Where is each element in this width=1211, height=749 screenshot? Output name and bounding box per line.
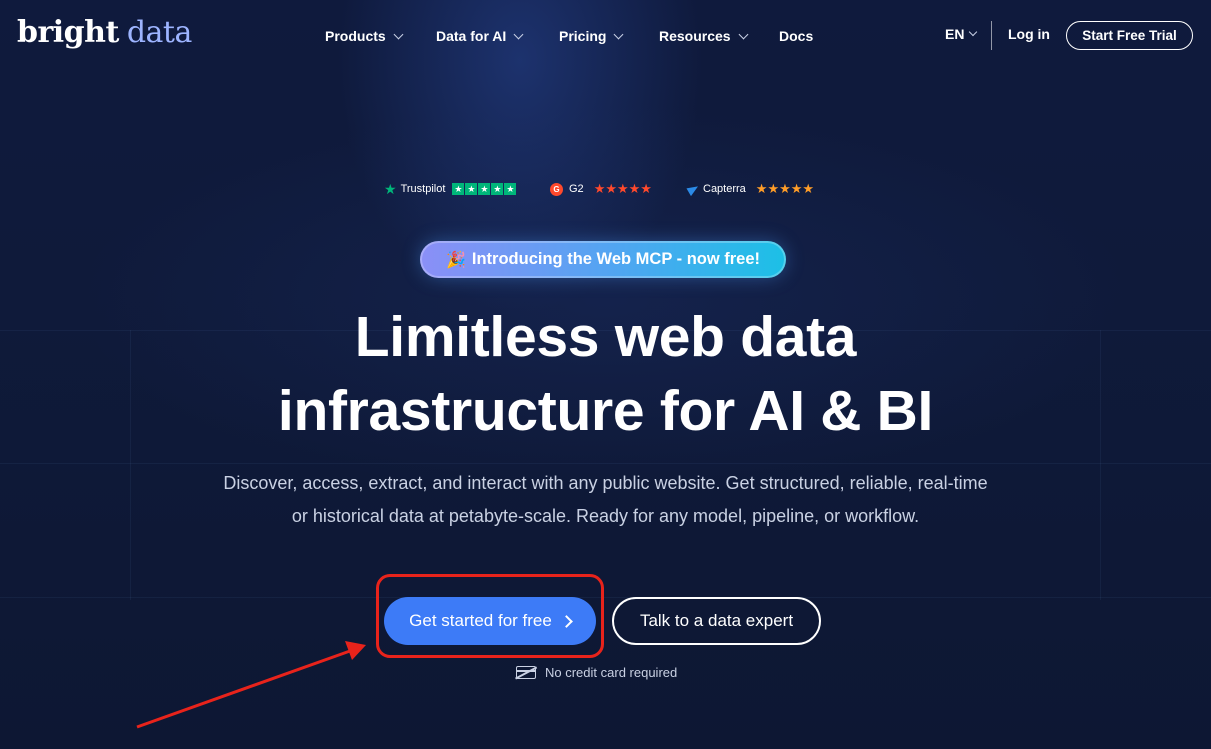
nav-item-label: Products bbox=[325, 28, 386, 44]
announcement-label: Introducing the Web MCP - now free! bbox=[471, 250, 761, 268]
background-grid-line bbox=[0, 597, 1211, 598]
no-credit-card-note: No credit card required bbox=[516, 663, 677, 681]
trustpilot-stars: ★ ★ ★ ★ ★ bbox=[452, 183, 517, 195]
nav-item-data-for-ai[interactable]: Data for AI bbox=[436, 26, 524, 46]
hero-subtitle-line2: or historical data at petabyte-scale. Re… bbox=[291, 506, 920, 526]
nav-item-label: Docs bbox=[779, 28, 814, 44]
hero-subtitle-line1: Discover, access, extract, and interact … bbox=[223, 473, 988, 493]
g2-stars: ★★★★★ bbox=[593, 181, 652, 196]
header-divider bbox=[991, 21, 992, 50]
nav-item-docs[interactable]: Docs bbox=[779, 26, 813, 46]
brand-logo-word2: data bbox=[126, 15, 193, 50]
annotation-arrow-head bbox=[345, 641, 366, 660]
nav-item-label: Data for AI bbox=[436, 28, 507, 44]
chevron-down-icon bbox=[738, 29, 749, 39]
g2-rating[interactable]: G G2 ★★★★★ bbox=[550, 180, 652, 198]
trustpilot-rating[interactable]: ★ Trustpilot ★ ★ ★ ★ ★ bbox=[384, 180, 517, 198]
trustpilot-label: Trustpilot bbox=[400, 183, 446, 195]
nav-item-resources[interactable]: Resources bbox=[659, 26, 749, 46]
nav-item-products[interactable]: Products bbox=[325, 26, 404, 46]
star-icon: ★ bbox=[452, 183, 465, 195]
nav-item-label: Resources bbox=[659, 28, 731, 44]
start-free-trial-button[interactable]: Start Free Trial bbox=[1066, 21, 1193, 50]
web-mcp-announcement-banner[interactable]: 🎉 Introducing the Web MCP - now free! bbox=[420, 241, 786, 278]
star-icon: ★ bbox=[465, 183, 478, 195]
brand-logo-word1: bright bbox=[17, 15, 119, 50]
capterra-label: Capterra bbox=[703, 183, 746, 195]
talk-to-expert-button[interactable]: Talk to a data expert bbox=[612, 597, 821, 645]
star-icon: ★ bbox=[478, 183, 491, 195]
capterra-logo-icon bbox=[686, 182, 701, 196]
chevron-down-icon bbox=[969, 27, 978, 37]
star-icon: ★ bbox=[504, 183, 517, 195]
hero-title-line2: infrastructure for AI & BI bbox=[277, 379, 934, 443]
no-credit-card-icon bbox=[516, 665, 536, 679]
hero-title: Limitless web data infrastructure for AI… bbox=[0, 300, 1211, 448]
g2-label: G2 bbox=[569, 183, 584, 195]
annotation-arrow-shaft bbox=[136, 649, 351, 729]
party-popper-icon: 🎉 bbox=[445, 251, 466, 269]
capterra-stars: ★★★★★ bbox=[755, 181, 815, 196]
no-credit-card-label: No credit card required bbox=[545, 664, 678, 680]
hero-subtitle: Discover, access, extract, and interact … bbox=[0, 467, 1211, 533]
highlight-annotation-box bbox=[376, 574, 604, 658]
star-icon: ★ bbox=[491, 183, 504, 195]
brand-logo[interactable]: bright data bbox=[17, 14, 192, 52]
language-label: EN bbox=[945, 26, 965, 42]
chevron-down-icon bbox=[614, 29, 624, 39]
chevron-down-icon bbox=[393, 29, 404, 39]
background-grid-line bbox=[0, 463, 1211, 464]
hero-title-line1: Limitless web data bbox=[354, 305, 857, 369]
chevron-down-icon bbox=[513, 29, 524, 39]
language-selector[interactable]: EN bbox=[945, 26, 978, 42]
nav-item-label: Pricing bbox=[559, 28, 607, 44]
login-link[interactable]: Log in bbox=[1008, 26, 1050, 42]
g2-logo-icon: G bbox=[550, 182, 563, 196]
nav-item-pricing[interactable]: Pricing bbox=[559, 26, 624, 46]
capterra-rating[interactable]: Capterra ★★★★★ bbox=[686, 180, 815, 198]
trustpilot-star-icon: ★ bbox=[384, 181, 397, 197]
